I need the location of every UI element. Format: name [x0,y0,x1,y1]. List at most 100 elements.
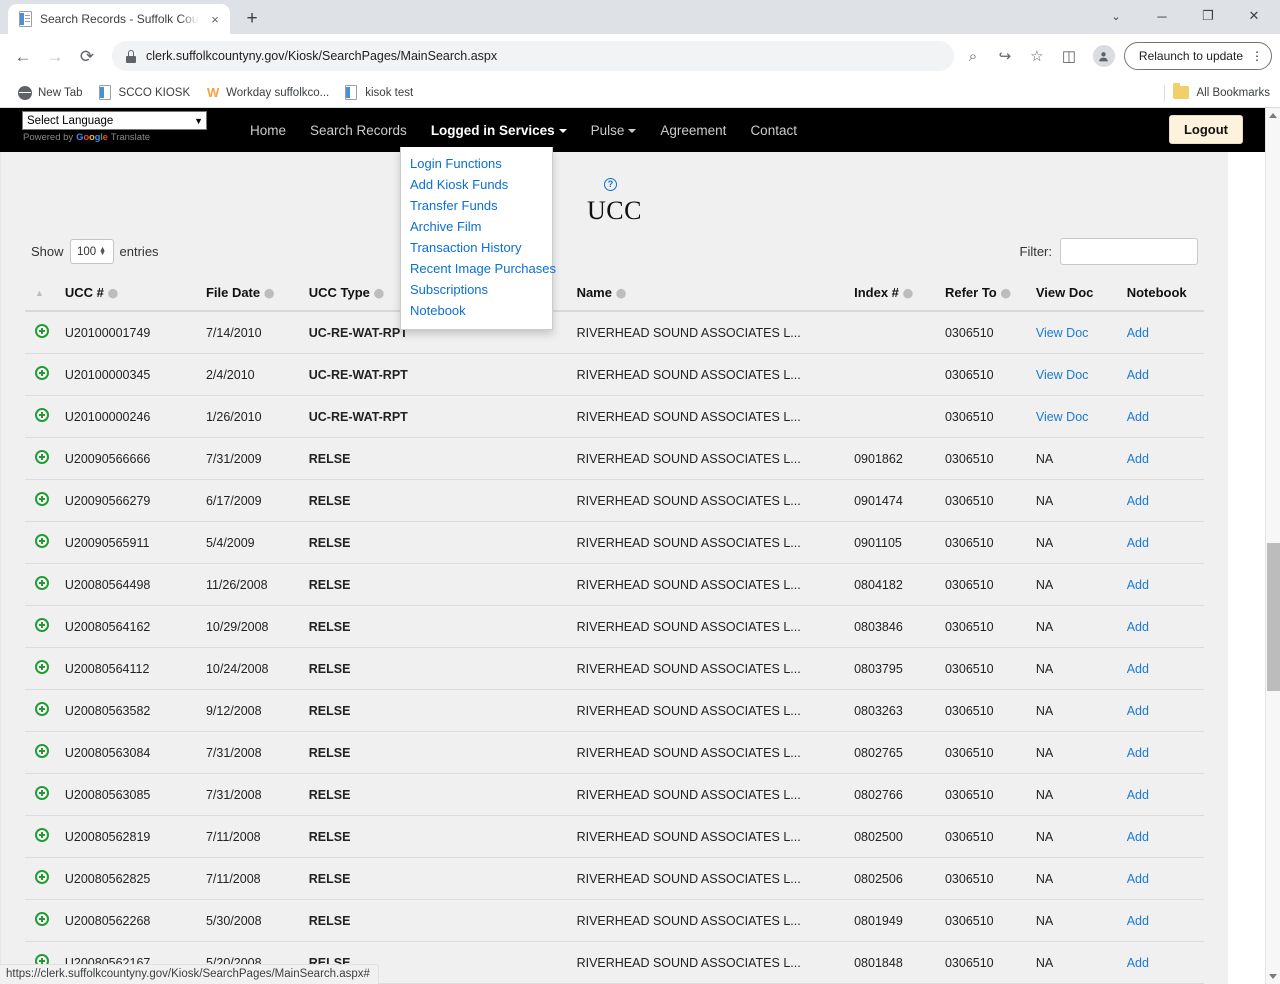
bookmark-kisok-test[interactable]: kisok test [337,82,421,103]
expand-plus-icon[interactable] [35,324,49,338]
filter-input[interactable] [1060,238,1198,265]
expand-plus-icon[interactable] [35,492,49,506]
menu-item-notebook[interactable]: Notebook [401,300,552,321]
column-refer-to[interactable]: Refer To ⬤ [940,279,1032,312]
close-window-button[interactable]: ✕ [1232,1,1276,31]
column-file-date[interactable]: File Date ⬤ [201,279,305,312]
expand-plus-icon[interactable] [35,576,49,590]
expand-plus-icon[interactable] [35,744,49,758]
cell-notebook-link[interactable]: Add [1127,956,1149,970]
cell-notebook-link[interactable]: Add [1127,704,1149,718]
column-notebook[interactable]: Notebook [1122,279,1204,312]
cell-notebook[interactable]: Add [1122,647,1204,690]
cell-notebook-link[interactable]: Add [1127,788,1149,802]
expand-plus-icon[interactable] [35,534,49,548]
logout-button[interactable]: Logout [1168,115,1243,144]
cell-notebook[interactable]: Add [1122,773,1204,816]
cell-notebook[interactable]: Add [1122,479,1204,522]
nav-item-contact[interactable]: Contact [738,112,809,149]
expand-row-button[interactable] [25,773,61,816]
scroll-down-icon[interactable] [1269,974,1277,979]
expand-plus-icon[interactable] [35,618,49,632]
expand-row-button[interactable] [25,647,61,690]
expand-row-button[interactable] [25,353,61,396]
cell-notebook-link[interactable]: Add [1127,494,1149,508]
expand-plus-icon[interactable] [35,870,49,884]
page-scrollbar[interactable] [1265,108,1280,984]
expand-row-button[interactable] [25,605,61,648]
expand-plus-icon[interactable] [35,366,49,380]
forward-icon[interactable]: → [40,41,70,71]
back-icon[interactable]: ← [8,41,38,71]
expand-row-button[interactable] [25,521,61,564]
expand-row-button[interactable] [25,479,61,522]
menu-item-transaction-history[interactable]: Transaction History [401,237,552,258]
kebab-menu-icon[interactable]: ⋮ [1251,50,1263,62]
new-tab-button[interactable]: + [238,4,266,32]
cell-notebook-link[interactable]: Add [1127,746,1149,760]
cell-notebook[interactable]: Add [1122,941,1204,984]
cell-view-doc[interactable]: View Doc [1031,311,1123,354]
cell-notebook[interactable]: Add [1122,311,1204,354]
cell-notebook-link[interactable]: Add [1127,536,1149,550]
help-icon[interactable]: ? [604,178,617,191]
nav-item-logged-in-services[interactable]: Logged in Services [419,112,579,149]
expand-plus-icon[interactable] [35,786,49,800]
cell-notebook-link[interactable]: Add [1127,830,1149,844]
avatar[interactable] [1092,45,1115,67]
column-view-doc[interactable]: View Doc [1031,279,1123,312]
cell-notebook[interactable]: Add [1122,605,1204,648]
expand-plus-icon[interactable] [35,828,49,842]
cell-notebook[interactable]: Add [1122,353,1204,396]
cell-notebook-link[interactable]: Add [1127,326,1149,340]
cell-view-doc-link[interactable]: View Doc [1036,326,1089,340]
relaunch-to-update-button[interactable]: Relaunch to update ⋮ [1123,42,1272,70]
share-icon[interactable]: ↪ [990,41,1020,71]
browser-tab[interactable]: Search Records - Suffolk County × [8,4,230,34]
expand-row-button[interactable] [25,899,61,942]
cell-notebook[interactable]: Add [1122,899,1204,942]
expand-plus-icon[interactable] [35,912,49,926]
cell-notebook[interactable]: Add [1122,815,1204,858]
bookmark-workday[interactable]: W Workday suffolkco... [198,82,337,103]
cell-view-doc[interactable]: View Doc [1031,395,1123,438]
cell-notebook[interactable]: Add [1122,521,1204,564]
menu-item-transfer-funds[interactable]: Transfer Funds [401,195,552,216]
nav-item-agreement[interactable]: Agreement [648,112,738,149]
expand-row-button[interactable] [25,857,61,900]
expand-row-button[interactable] [25,689,61,732]
cell-notebook[interactable]: Add [1122,395,1204,438]
cell-notebook[interactable]: Add [1122,437,1204,480]
menu-item-subscriptions[interactable]: Subscriptions [401,279,552,300]
cell-notebook-link[interactable]: Add [1127,578,1149,592]
expand-row-button[interactable] [25,311,61,354]
cell-view-doc[interactable]: View Doc [1031,353,1123,396]
column-expand[interactable]: ▲ [25,279,61,312]
nav-item-search-records[interactable]: Search Records [298,112,419,149]
cell-notebook[interactable]: Add [1122,689,1204,732]
column-index-number[interactable]: Index # ⬤ [850,279,941,312]
expand-row-button[interactable] [25,563,61,606]
minimize-button[interactable]: ─ [1140,1,1184,31]
expand-row-button[interactable] [25,395,61,438]
cell-notebook[interactable]: Add [1122,857,1204,900]
reload-icon[interactable]: ⟳ [72,41,102,71]
cell-notebook-link[interactable]: Add [1127,452,1149,466]
expand-plus-icon[interactable] [35,660,49,674]
nav-item-pulse[interactable]: Pulse [579,112,649,149]
bookmark-new-tab[interactable]: New Tab [10,83,91,103]
expand-row-button[interactable] [25,437,61,480]
expand-row-button[interactable] [25,731,61,774]
menu-item-recent-image-purchases[interactable]: Recent Image Purchases [401,258,556,279]
page-length-select[interactable]: 100 ▲ ▼ [69,239,114,264]
all-bookmarks-label[interactable]: All Bookmarks [1197,87,1271,99]
bookmark-star-icon[interactable]: ☆ [1022,41,1052,71]
scrollbar-thumb[interactable] [1267,543,1280,691]
cell-notebook-link[interactable]: Add [1127,410,1149,424]
expand-row-button[interactable] [25,815,61,858]
address-bar[interactable]: clerk.suffolkcountyny.gov/Kiosk/SearchPa… [112,41,954,71]
menu-item-login-functions[interactable]: Login Functions [401,153,552,174]
cell-notebook-link[interactable]: Add [1127,872,1149,886]
cell-notebook-link[interactable]: Add [1127,662,1149,676]
expand-plus-icon[interactable] [35,702,49,716]
